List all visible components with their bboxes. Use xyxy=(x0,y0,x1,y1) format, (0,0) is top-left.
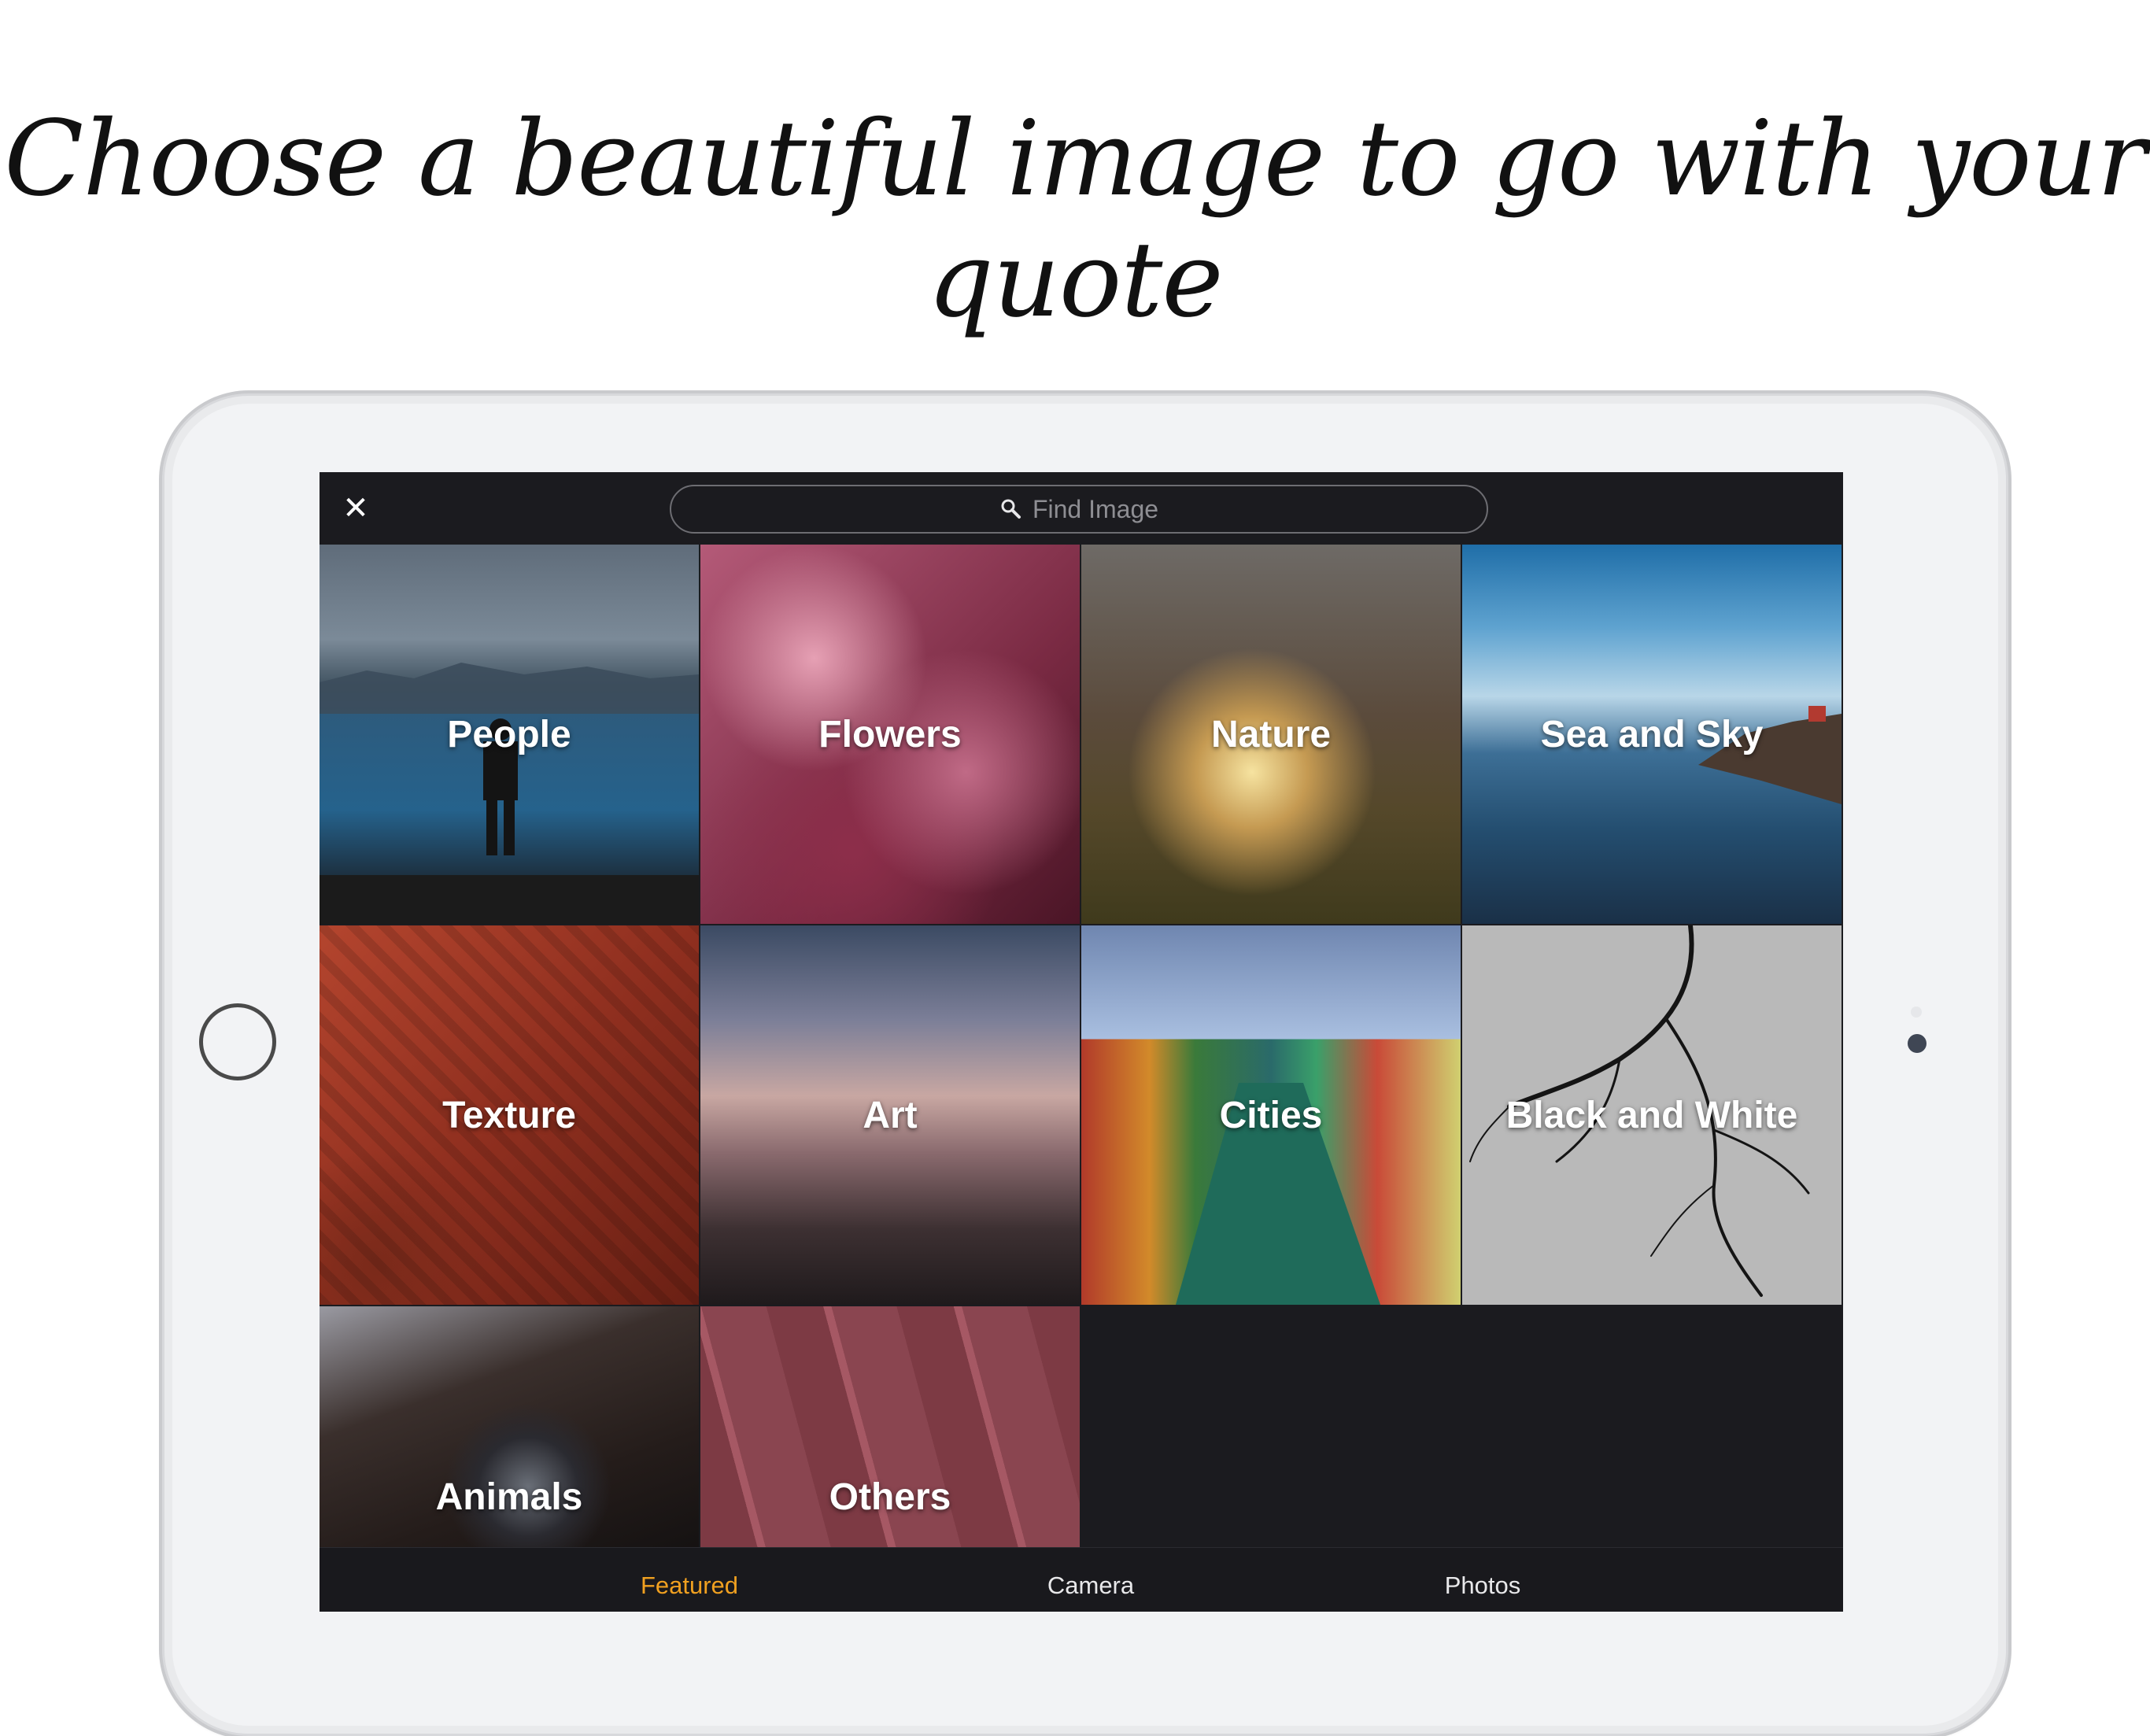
category-tile-black-and-white[interactable]: Black and White xyxy=(1462,925,1842,1305)
search-placeholder: Find Image xyxy=(1032,494,1159,523)
category-label: Cities xyxy=(1219,1094,1323,1136)
top-bar: ✕ Find Image xyxy=(320,472,1843,545)
category-tile-texture[interactable]: Texture xyxy=(320,925,699,1305)
category-tile-sea-and-sky[interactable]: Sea and Sky xyxy=(1462,545,1842,924)
search-icon xyxy=(999,497,1023,521)
category-label: People xyxy=(447,713,571,755)
category-tile-others[interactable]: Others xyxy=(700,1306,1080,1547)
front-camera xyxy=(1908,1034,1927,1053)
category-tile-flowers[interactable]: Flowers xyxy=(700,545,1080,924)
category-tile-people[interactable]: People xyxy=(320,545,699,924)
category-label: Black and White xyxy=(1505,1094,1798,1136)
search-input[interactable]: Find Image xyxy=(670,485,1488,534)
page-headline: Choose a beautiful image to go with your… xyxy=(4,98,2147,341)
category-label: Animals xyxy=(435,1476,583,1518)
category-tile-cities[interactable]: Cities xyxy=(1081,925,1461,1305)
category-label: Flowers xyxy=(818,713,962,755)
category-label: Art xyxy=(863,1094,918,1136)
tab-featured[interactable]: Featured xyxy=(641,1572,738,1600)
light-sensor xyxy=(1911,1007,1922,1018)
tab-camera[interactable]: Camera xyxy=(1047,1572,1134,1600)
home-button[interactable] xyxy=(199,1003,276,1080)
bottom-tab-bar: Featured Camera Photos xyxy=(320,1547,1843,1612)
app-screen: ✕ Find Image People Flowers Nature Sea a… xyxy=(320,472,1843,1612)
close-icon[interactable]: ✕ xyxy=(338,491,373,526)
category-label: Nature xyxy=(1210,713,1332,755)
category-label: Texture xyxy=(442,1094,576,1136)
category-label: Sea and Sky xyxy=(1540,713,1764,755)
category-label: Others xyxy=(829,1476,951,1518)
category-tile-art[interactable]: Art xyxy=(700,925,1080,1305)
tab-photos[interactable]: Photos xyxy=(1445,1572,1521,1600)
category-tile-animals[interactable]: Animals xyxy=(320,1306,699,1547)
category-tile-nature[interactable]: Nature xyxy=(1081,545,1461,924)
